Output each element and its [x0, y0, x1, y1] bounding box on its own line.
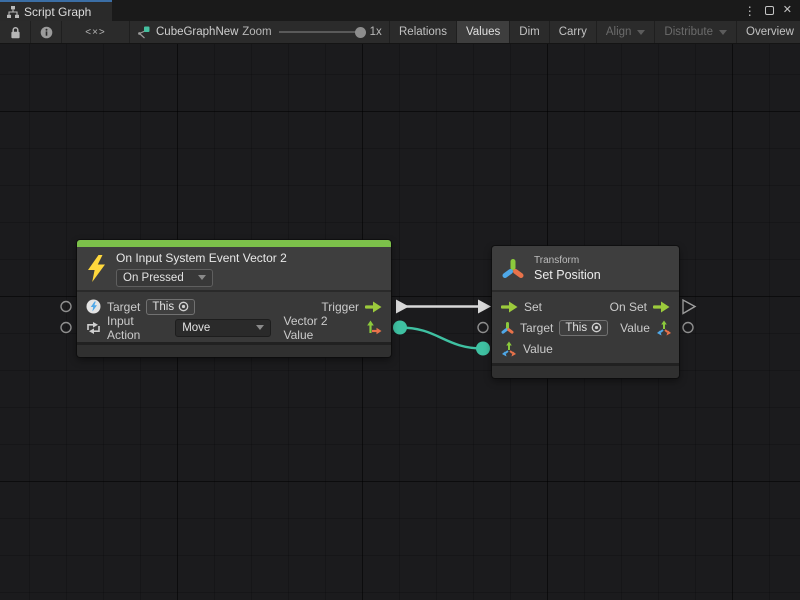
- port-value-output[interactable]: [683, 323, 693, 333]
- relations-button[interactable]: Relations: [390, 21, 457, 43]
- input-action-dropdown[interactable]: Move: [175, 319, 271, 337]
- code-view-button[interactable]: <×>: [62, 21, 130, 43]
- port-vector2-output[interactable]: [393, 321, 407, 335]
- values-button[interactable]: Values: [457, 21, 510, 43]
- distribute-button[interactable]: Distribute: [655, 21, 737, 43]
- object-picker-icon: [591, 322, 602, 333]
- node-set-position[interactable]: Transform Set Position Set On Set: [492, 246, 679, 378]
- port-label: Target: [520, 321, 553, 335]
- tab-title: Script Graph: [24, 5, 91, 19]
- titlebar-drag-area: [112, 0, 744, 21]
- zoom-control: Zoom 1x: [235, 21, 390, 43]
- port-label: Value: [620, 321, 650, 335]
- window-titlebar: Script Graph ⋮ ✕: [0, 0, 800, 21]
- window-menu-icon[interactable]: ⋮: [744, 5, 756, 17]
- port-row-target: Target This Value: [492, 317, 679, 338]
- port-input-action-input[interactable]: [61, 323, 71, 333]
- vector2-icon: [366, 320, 382, 336]
- maximize-icon[interactable]: [765, 6, 774, 15]
- lock-button[interactable]: [0, 21, 31, 43]
- port-label: Input Action: [107, 314, 169, 342]
- flow-arrow-icon: [653, 301, 670, 313]
- port-row-set: Set On Set: [492, 296, 679, 317]
- close-icon[interactable]: ✕: [783, 5, 792, 16]
- lock-icon: [10, 26, 21, 39]
- port-set-input[interactable]: [478, 300, 491, 314]
- flow-arrow-icon: [365, 301, 382, 313]
- graph-canvas[interactable]: On Input System Event Vector 2 On Presse…: [0, 44, 800, 600]
- chevron-down-icon: [637, 30, 645, 35]
- dim-button[interactable]: Dim: [510, 21, 549, 43]
- chevron-down-icon: [719, 30, 727, 35]
- port-target-input[interactable]: [61, 302, 71, 312]
- graph-toolbar: <×> CubeGraphNew Zoom 1x Relations Value…: [0, 21, 800, 44]
- event-type-dropdown[interactable]: On Pressed: [116, 269, 213, 287]
- carry-button[interactable]: Carry: [550, 21, 597, 43]
- zoom-slider[interactable]: [279, 31, 363, 33]
- node-title: On Input System Event Vector 2: [116, 251, 287, 265]
- script-graph-icon: [7, 6, 19, 18]
- align-button[interactable]: Align: [597, 21, 656, 43]
- port-trigger-output[interactable]: [396, 300, 409, 314]
- input-system-icon: [86, 299, 101, 314]
- transform-mini-icon: [501, 321, 514, 335]
- graph-name[interactable]: CubeGraphNew: [130, 21, 235, 43]
- event-accent-bar: [77, 240, 391, 247]
- port-label: Vector 2 Value: [283, 314, 360, 342]
- port-row-input-action: Input Action Move Vector 2 Value: [77, 317, 391, 338]
- node-title: Set Position: [534, 268, 601, 282]
- port-row-value: Value: [492, 338, 679, 359]
- this-chip[interactable]: This: [146, 299, 195, 315]
- info-button[interactable]: [31, 21, 62, 43]
- graph-asset-icon: [136, 26, 150, 39]
- this-chip[interactable]: This: [559, 320, 608, 336]
- port-on-set-output[interactable]: [683, 300, 695, 314]
- zoom-slider-knob[interactable]: [355, 27, 366, 38]
- graph-name-label: CubeGraphNew: [156, 26, 238, 38]
- port-target2-input[interactable]: [478, 323, 488, 333]
- vector3-icon: [501, 341, 517, 357]
- lightning-bolt-icon: [86, 255, 107, 282]
- overview-button[interactable]: Overview: [737, 21, 800, 43]
- node-on-input-system-event[interactable]: On Input System Event Vector 2 On Presse…: [77, 240, 391, 357]
- info-icon: [40, 26, 53, 39]
- port-label: Trigger: [321, 300, 359, 314]
- wire-vector2-to-value[interactable]: [400, 328, 483, 349]
- zoom-value: 1x: [370, 26, 382, 38]
- port-value-input[interactable]: [476, 342, 490, 356]
- input-action-icon: [86, 321, 101, 335]
- port-label: Value: [523, 342, 553, 356]
- port-label: On Set: [610, 300, 647, 314]
- port-label: Set: [524, 300, 542, 314]
- flow-arrow-icon: [501, 301, 518, 313]
- object-picker-icon: [178, 301, 189, 312]
- zoom-label: Zoom: [242, 26, 271, 38]
- chevron-down-icon: [198, 275, 206, 280]
- node-category: Transform: [534, 255, 601, 266]
- node-footer: [77, 345, 391, 357]
- tab-script-graph[interactable]: Script Graph: [0, 0, 112, 21]
- port-label: Target: [107, 300, 140, 314]
- node-footer: [492, 366, 679, 378]
- transform-icon: [501, 255, 525, 282]
- vector3-icon: [656, 320, 672, 336]
- chevron-down-icon: [256, 325, 264, 330]
